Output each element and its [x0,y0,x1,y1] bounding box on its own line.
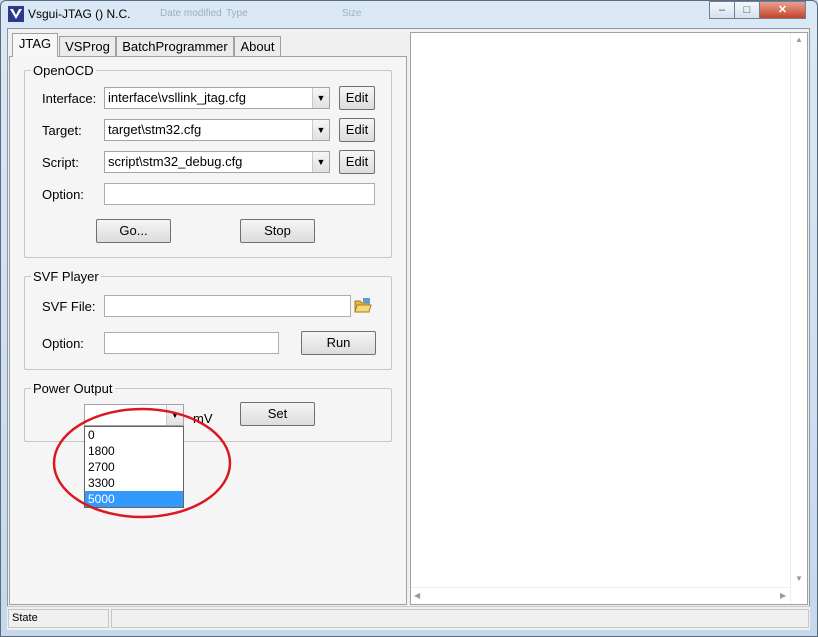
openocd-option-input[interactable] [104,183,375,205]
chevron-down-icon[interactable]: ▼ [312,152,329,172]
scroll-right-icon[interactable]: ▶ [780,591,786,600]
set-power-button[interactable]: Set [240,402,315,426]
openocd-group-title: OpenOCD [31,63,96,78]
svf-option-input[interactable] [104,332,279,354]
edit-interface-button[interactable]: Edit [339,86,375,110]
tab-jtag[interactable]: JTAG [12,33,58,57]
option-label: Option: [42,187,84,202]
status-state-panel: State [8,609,109,628]
app-logo-icon [8,6,24,22]
chevron-down-icon[interactable]: ▼ [312,88,329,108]
close-button[interactable]: ✕ [759,1,806,19]
minimize-button[interactable]: – [709,1,735,19]
maximize-button[interactable]: □ [734,1,760,19]
window-title: Vsgui-JTAG () N.C. [28,7,131,21]
power-group-title: Power Output [31,381,115,396]
scroll-down-icon[interactable]: ▼ [795,574,803,583]
scroll-left-icon[interactable]: ◀ [414,591,420,600]
status-message-panel [111,609,809,628]
title-bar[interactable]: Vsgui-JTAG () N.C. Date modified Type Si… [0,0,818,28]
interface-combo[interactable]: interface\vsllink_jtag.cfg ▼ [104,87,330,109]
run-button[interactable]: Run [301,331,376,355]
script-label: Script: [42,155,79,170]
svf-option-label: Option: [42,336,84,351]
script-combo-value: script\stm32_debug.cfg [108,154,243,169]
annotation-circle [52,407,232,519]
ghost-column-size: Size [342,8,362,19]
interface-combo-value: interface\vsllink_jtag.cfg [108,90,247,105]
svf-group-title: SVF Player [31,269,101,284]
folder-open-icon[interactable] [354,297,372,315]
scroll-up-icon[interactable]: ▲ [795,35,803,44]
script-combo[interactable]: script\stm32_debug.cfg ▼ [104,151,330,173]
ghost-column-type: Type [226,8,248,19]
interface-label: Interface: [42,91,97,106]
output-pane[interactable]: ▲ ▼ ◀ ▶ [410,32,808,605]
horizontal-scrollbar[interactable]: ◀ ▶ [411,587,791,604]
target-combo[interactable]: target\stm32.cfg ▼ [104,119,330,141]
svf-file-label: SVF File: [42,299,96,314]
tab-batchprogrammer[interactable]: BatchProgrammer [116,36,234,56]
target-combo-value: target\stm32.cfg [108,122,202,137]
tab-vsprog[interactable]: VSProg [59,36,116,56]
chevron-down-icon[interactable]: ▼ [312,120,329,140]
svf-file-input[interactable] [104,295,351,317]
edit-script-button[interactable]: Edit [339,150,375,174]
stop-button[interactable]: Stop [240,219,315,243]
svf-player-group [24,276,392,370]
vertical-scrollbar[interactable]: ▲ ▼ [790,33,807,604]
target-label: Target: [42,123,82,138]
go-button[interactable]: Go... [96,219,171,243]
ghost-column-date: Date modified [160,8,222,19]
tab-about[interactable]: About [234,36,281,56]
edit-target-button[interactable]: Edit [339,118,375,142]
